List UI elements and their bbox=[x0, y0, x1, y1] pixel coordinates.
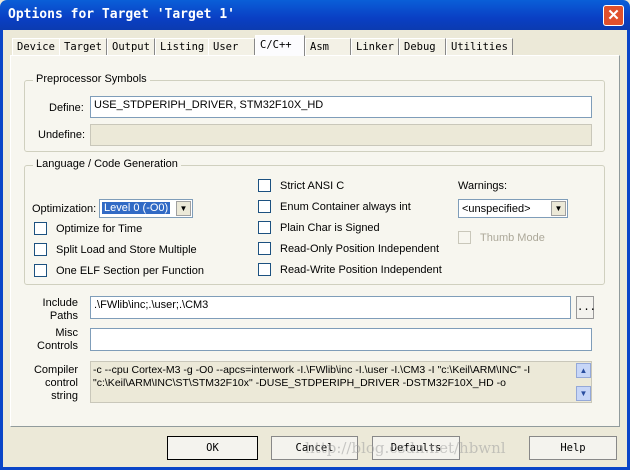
include-paths-input[interactable]: .\FWlib\inc;.\user;.\CM3 bbox=[90, 296, 571, 319]
tab-utilities[interactable]: Utilities bbox=[446, 38, 513, 55]
checkbox-label: Enum Container always int bbox=[280, 200, 411, 213]
compiler-string-textarea[interactable]: -c --cpu Cortex-M3 -g -O0 --apcs=interwo… bbox=[90, 361, 592, 403]
checkbox-label: One ELF Section per Function bbox=[56, 264, 204, 277]
tab-target[interactable]: Target bbox=[59, 38, 107, 55]
checkbox-icon bbox=[34, 243, 47, 256]
thumb-mode-checkbox[interactable]: Thumb Mode bbox=[458, 231, 545, 244]
tab-linker[interactable]: Linker bbox=[351, 38, 399, 55]
checkbox-icon bbox=[258, 200, 271, 213]
watermark: http://blog.csdn.net/hbwnl bbox=[305, 439, 506, 457]
enum-container-checkbox[interactable]: Enum Container always int bbox=[258, 200, 442, 213]
scroll-up-icon[interactable]: ▲ bbox=[576, 363, 591, 378]
tab-output[interactable]: Output bbox=[107, 38, 155, 55]
define-input[interactable]: USE_STDPERIPH_DRIVER, STM32F10X_HD bbox=[90, 96, 592, 118]
checkbox-label: Read-Only Position Independent bbox=[280, 242, 439, 255]
help-button[interactable]: Help bbox=[529, 436, 617, 460]
label-line: Paths bbox=[49, 310, 78, 322]
checkbox-label: Read-Write Position Independent bbox=[280, 263, 442, 276]
checkbox-label: Thumb Mode bbox=[480, 231, 545, 244]
checkbox-icon bbox=[258, 263, 271, 276]
compiler-string-label: Compiler control string bbox=[30, 364, 78, 403]
checkbox-icon bbox=[34, 264, 47, 277]
scroll-down-icon[interactable]: ▼ bbox=[576, 386, 591, 401]
checkbox-icon bbox=[458, 231, 471, 244]
tab-device[interactable]: Device bbox=[12, 38, 60, 55]
warnings-select[interactable]: <unspecified> ▼ bbox=[458, 199, 568, 218]
checkbox-label: Split Load and Store Multiple bbox=[56, 243, 197, 256]
chevron-down-icon: ▼ bbox=[176, 201, 191, 216]
checkbox-label: Strict ANSI C bbox=[280, 179, 345, 192]
window-title: Options for Target 'Target 1' bbox=[8, 7, 235, 22]
tab-debug[interactable]: Debug bbox=[399, 38, 446, 55]
optimize-for-time-checkbox[interactable]: Optimize for Time bbox=[34, 222, 204, 235]
tab-user[interactable]: User bbox=[208, 38, 255, 55]
label-line: Misc bbox=[55, 327, 78, 339]
undefine-label: Undefine: bbox=[38, 129, 86, 141]
tab-listing[interactable]: Listing bbox=[155, 38, 210, 55]
misc-controls-input[interactable] bbox=[90, 328, 592, 351]
warnings-value: <unspecified> bbox=[462, 203, 531, 215]
one-elf-section-checkbox[interactable]: One ELF Section per Function bbox=[34, 264, 204, 277]
plain-char-signed-checkbox[interactable]: Plain Char is Signed bbox=[258, 221, 442, 234]
warnings-label: Warnings: bbox=[458, 180, 508, 192]
title-bar: Options for Target 'Target 1' bbox=[0, 0, 630, 30]
language-title: Language / Code Generation bbox=[33, 158, 181, 170]
compiler-line: "c:\Keil\ARM\INC\ST\STM32F10x" -DUSE_STD… bbox=[93, 377, 506, 389]
checkbox-icon bbox=[34, 222, 47, 235]
chevron-down-icon: ▼ bbox=[551, 201, 566, 216]
checkbox-icon bbox=[258, 242, 271, 255]
compiler-line: -c --cpu Cortex-M3 -g -O0 --apcs=interwo… bbox=[93, 364, 531, 376]
undefine-input[interactable] bbox=[90, 124, 592, 146]
optimization-value: Level 0 (-O0) bbox=[102, 202, 171, 214]
checkbox-icon bbox=[258, 179, 271, 192]
label-line: Compiler bbox=[33, 364, 78, 376]
tab-asm[interactable]: Asm bbox=[305, 38, 351, 55]
close-button[interactable]: ✕ bbox=[603, 5, 624, 26]
split-load-store-checkbox[interactable]: Split Load and Store Multiple bbox=[34, 243, 204, 256]
label-line: Controls bbox=[37, 340, 78, 352]
read-only-pi-checkbox[interactable]: Read-Only Position Independent bbox=[258, 242, 442, 255]
label-line: control bbox=[44, 377, 78, 389]
tab-c-cpp[interactable]: C/C++ bbox=[255, 35, 305, 56]
ok-button[interactable]: OK bbox=[167, 436, 258, 460]
checkbox-label: Plain Char is Signed bbox=[280, 221, 380, 234]
label-line: string bbox=[51, 390, 78, 402]
include-paths-label: Include Paths bbox=[30, 297, 78, 323]
optimization-label: Optimization: bbox=[32, 203, 97, 215]
misc-controls-label: Misc Controls bbox=[30, 327, 78, 353]
define-label: Define: bbox=[49, 102, 84, 114]
read-write-pi-checkbox[interactable]: Read-Write Position Independent bbox=[258, 263, 442, 276]
optimization-select[interactable]: Level 0 (-O0) ▼ bbox=[99, 199, 193, 218]
browse-button[interactable]: ... bbox=[576, 296, 596, 319]
checkbox-icon bbox=[258, 221, 271, 234]
preprocessor-title: Preprocessor Symbols bbox=[33, 73, 150, 85]
strict-ansi-c-checkbox[interactable]: Strict ANSI C bbox=[258, 179, 442, 192]
checkbox-label: Optimize for Time bbox=[56, 222, 143, 235]
label-line: Include bbox=[42, 297, 78, 309]
